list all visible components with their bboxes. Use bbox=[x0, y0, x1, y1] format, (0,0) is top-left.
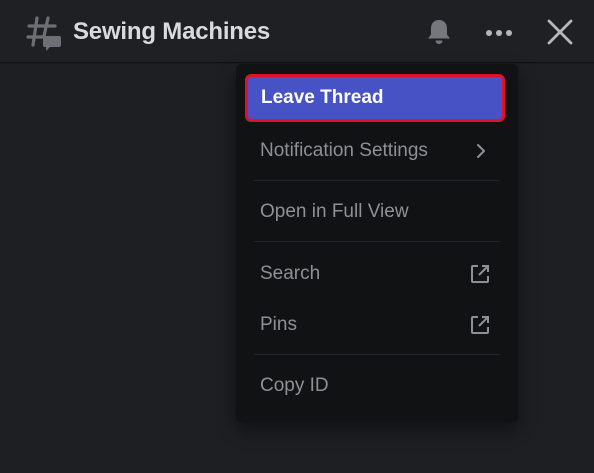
thread-context-menu: Leave Thread Notification Settings Open … bbox=[236, 64, 518, 422]
menu-separator bbox=[254, 354, 500, 355]
copy-id-label: Copy ID bbox=[260, 375, 329, 396]
menu-separator bbox=[254, 180, 500, 181]
pins-label: Pins bbox=[260, 314, 297, 335]
more-dots-icon[interactable] bbox=[483, 22, 515, 44]
leave-thread-label: Leave Thread bbox=[261, 87, 384, 108]
notification-settings-label: Notification Settings bbox=[260, 140, 428, 161]
search-menu-item[interactable]: Search bbox=[246, 252, 504, 296]
search-label: Search bbox=[260, 263, 321, 284]
copy-id-menu-item[interactable]: Copy ID bbox=[246, 364, 504, 408]
external-link-icon bbox=[471, 265, 489, 283]
close-icon[interactable] bbox=[545, 17, 575, 47]
page-title: Sewing Machines bbox=[73, 18, 271, 45]
chevron-right-icon bbox=[477, 144, 485, 158]
external-link-icon bbox=[471, 316, 489, 334]
leave-thread-menu-item[interactable]: Leave Thread bbox=[247, 76, 503, 120]
pins-menu-item[interactable]: Pins bbox=[246, 303, 504, 347]
thread-header: Sewing Machines bbox=[0, 0, 594, 62]
open-full-view-menu-item[interactable]: Open in Full View bbox=[246, 190, 504, 234]
notification-settings-menu-item[interactable]: Notification Settings bbox=[246, 129, 504, 173]
bell-icon[interactable] bbox=[424, 17, 454, 47]
thread-hash-icon bbox=[26, 16, 61, 51]
open-full-view-label: Open in Full View bbox=[260, 201, 409, 222]
menu-separator bbox=[254, 241, 500, 242]
